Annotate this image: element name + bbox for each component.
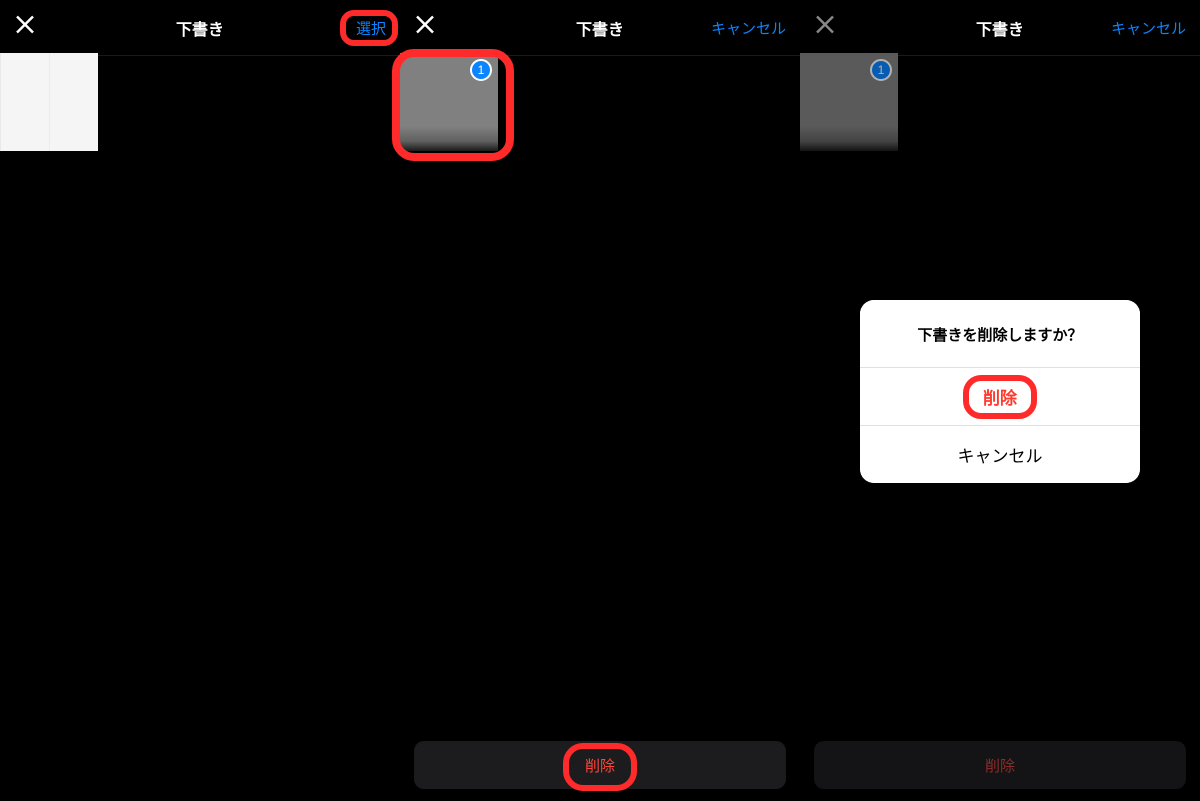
select-button[interactable]: 選択 (356, 17, 386, 38)
close-icon (14, 13, 36, 42)
draft-thumbnail-selected[interactable]: 1 (800, 53, 898, 151)
header-title: 下書き (976, 16, 1024, 40)
close-button[interactable] (10, 9, 40, 46)
close-button[interactable] (410, 9, 440, 46)
draft-thumbnail[interactable] (0, 53, 98, 151)
header: 下書き 選択 (0, 0, 400, 56)
header-title: 下書き (576, 16, 624, 40)
delete-button[interactable]: 削除 (414, 741, 786, 789)
confirm-cancel-label: キャンセル (958, 447, 1043, 466)
cancel-button[interactable]: キャンセル (1111, 17, 1186, 38)
confirm-delete-button[interactable]: 削除 (860, 368, 1140, 426)
panel-delete-confirm: 下書き キャンセル 1 削除 下書きを削除しますか？ 削除 キャンセル (800, 0, 1200, 801)
confirm-title: 下書きを削除しますか？ (860, 300, 1140, 368)
draft-thumbnail-selected[interactable]: 1 (400, 53, 498, 151)
header: 下書き キャンセル (800, 0, 1200, 56)
header: 下書き キャンセル (400, 0, 800, 56)
selection-badge: 1 (870, 59, 892, 81)
panel-drafts-list: 下書き 選択 (0, 0, 400, 801)
panel-drafts-selection: 下書き キャンセル 1 削除 (400, 0, 800, 801)
confirm-action-sheet: 下書きを削除しますか？ 削除 キャンセル (860, 300, 1140, 483)
delete-button-label: 削除 (585, 755, 615, 776)
cancel-button[interactable]: キャンセル (711, 17, 786, 38)
confirm-delete-label: 削除 (983, 389, 1017, 408)
close-icon (414, 13, 436, 42)
close-button[interactable] (810, 9, 840, 46)
delete-button[interactable]: 削除 (814, 741, 1186, 789)
close-icon (814, 13, 836, 42)
selection-badge: 1 (470, 59, 492, 81)
delete-button-label: 削除 (985, 755, 1015, 776)
confirm-cancel-button[interactable]: キャンセル (860, 426, 1140, 483)
header-title: 下書き (176, 16, 224, 40)
